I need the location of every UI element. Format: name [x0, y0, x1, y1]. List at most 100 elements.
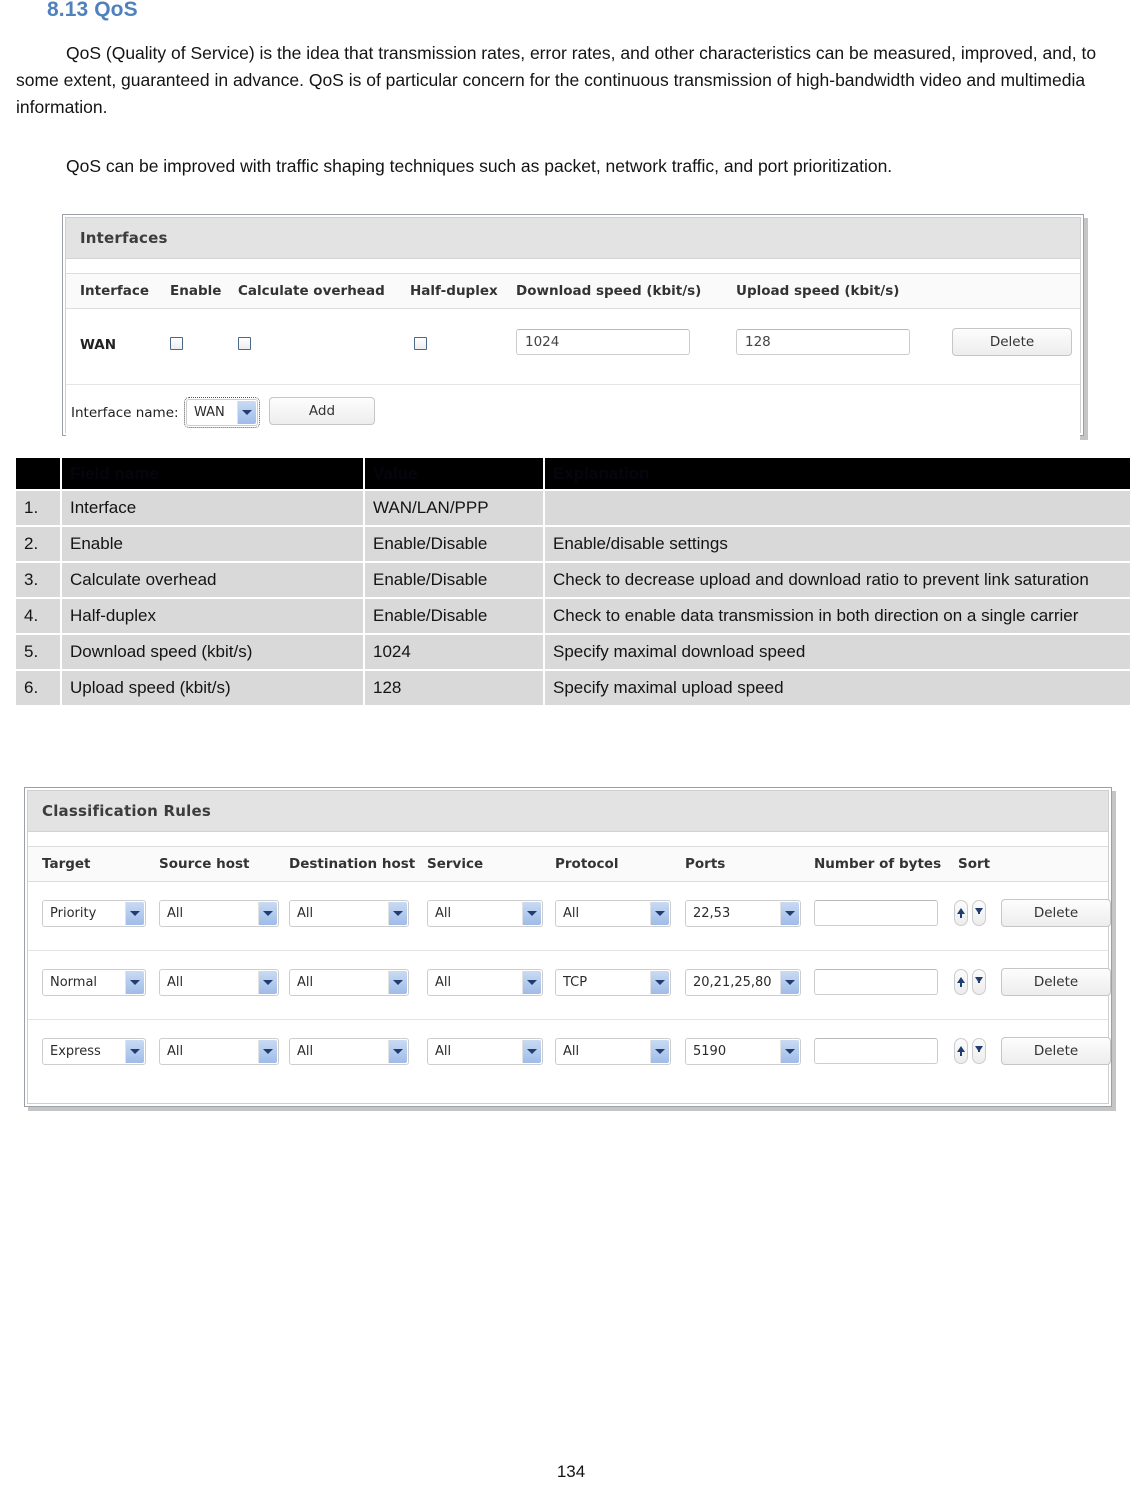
protocol-select[interactable]: All: [555, 1038, 671, 1065]
page-title: 8.13 QoS: [47, 0, 138, 21]
classification-rules-body: Priority All All All All 22,53 Delete Normal All…: [28, 882, 1111, 1092]
ports-select[interactable]: 20,21,25,80: [685, 969, 801, 996]
destination-host-select[interactable]: All: [289, 1038, 409, 1065]
service-select[interactable]: All: [427, 900, 543, 927]
classification-rules-panel-title: Classification Rules: [28, 791, 1108, 832]
download-speed-input[interactable]: 1024: [516, 329, 690, 355]
destination-host-select-value: All: [297, 906, 314, 921]
sort-down-icon[interactable]: [972, 969, 986, 995]
chevron-down-icon: [125, 971, 144, 994]
target-select[interactable]: Priority: [42, 900, 146, 927]
protocol-select[interactable]: TCP: [555, 969, 671, 996]
row-field-name: Enable: [60, 525, 365, 563]
row-value: Enable/Disable: [363, 525, 545, 563]
protocol-select-value: All: [563, 1044, 580, 1059]
calculate-overhead-checkbox[interactable]: [238, 337, 251, 350]
interface-name-select[interactable]: WAN: [184, 397, 260, 428]
table-row: 3. Calculate overhead Enable/Disable Check …: [14, 561, 1132, 599]
table-row: 2. Enable Enable/Disable Enable/disable set…: [14, 525, 1132, 563]
source-host-select[interactable]: All: [159, 969, 279, 996]
chevron-down-icon: [258, 902, 277, 925]
sort-up-icon[interactable]: [954, 1038, 968, 1064]
ports-select[interactable]: 5190: [685, 1038, 801, 1065]
target-select-value: Express: [50, 1044, 101, 1059]
number-of-bytes-input[interactable]: [814, 1038, 938, 1064]
upload-speed-input[interactable]: 128: [736, 329, 910, 355]
classification-rules-panel-inner: Classification Rules Target Source host …: [27, 790, 1111, 1104]
row-value: 1024: [363, 633, 545, 671]
header-field-name: Field name: [60, 456, 365, 491]
chevron-down-icon: [522, 971, 541, 994]
row-explanation: Specify maximal download speed: [543, 633, 1132, 671]
interfaces-row-wan: WAN 1024 128 Delete: [66, 309, 1080, 385]
column-header-service: Service: [427, 856, 484, 872]
sort-up-icon[interactable]: [954, 900, 968, 926]
service-select-value: All: [435, 1044, 452, 1059]
destination-host-select-value: All: [297, 1044, 314, 1059]
target-select[interactable]: Normal: [42, 969, 146, 996]
chevron-down-icon: [258, 1040, 277, 1063]
delete-rule-button[interactable]: Delete: [1001, 1037, 1111, 1065]
classification-column-header: Target Source host Destination host Serv…: [28, 846, 1108, 882]
delete-interface-button[interactable]: Delete: [952, 328, 1072, 356]
row-number: 1.: [14, 489, 62, 527]
column-header-target: Target: [42, 856, 91, 872]
destination-host-select[interactable]: All: [289, 900, 409, 927]
service-select[interactable]: All: [427, 969, 543, 996]
interface-name-label: Interface name:: [71, 405, 179, 421]
column-header-upload-speed: Upload speed (kbit/s): [736, 283, 900, 299]
interface-name-select-value: WAN: [194, 405, 225, 420]
destination-host-select-value: All: [297, 975, 314, 990]
delete-rule-button[interactable]: Delete: [1001, 899, 1111, 927]
protocol-select-value: All: [563, 906, 580, 921]
delete-rule-button[interactable]: Delete: [1001, 968, 1111, 996]
sort-down-icon[interactable]: [972, 900, 986, 926]
target-select[interactable]: Express: [42, 1038, 146, 1065]
ports-select[interactable]: 22,53: [685, 900, 801, 927]
table-row: 5. Download speed (kbit/s) 1024 Specify max…: [14, 633, 1132, 671]
add-interface-button[interactable]: Add: [269, 397, 375, 425]
chevron-down-icon: [125, 902, 144, 925]
table-row: 6. Upload speed (kbit/s) 128 Specify maxima…: [14, 669, 1132, 707]
header-value: Value: [363, 456, 545, 491]
interfaces-column-header: Interface Enable Calculate overhead Half…: [66, 273, 1080, 309]
column-header-number-of-bytes: Number of bytes: [814, 856, 942, 872]
enable-checkbox[interactable]: [170, 337, 183, 350]
protocol-select[interactable]: All: [555, 900, 671, 927]
source-host-select[interactable]: All: [159, 900, 279, 927]
chevron-down-icon: [650, 971, 669, 994]
target-select-value: Normal: [50, 975, 98, 990]
table-row: 1. Interface WAN/LAN/PPP: [14, 489, 1132, 527]
classification-rule-row: Normal All All All TCP 20,21,25,80 Delete: [28, 951, 1111, 1020]
chevron-down-icon: [388, 1040, 407, 1063]
classification-rule-row: Priority All All All All 22,53 Delete: [28, 882, 1111, 951]
interface-name-cell: WAN: [80, 337, 117, 353]
chevron-down-icon: [388, 902, 407, 925]
row-field-name: Download speed (kbit/s): [60, 633, 365, 671]
column-header-calculate-overhead: Calculate overhead: [238, 283, 385, 299]
number-of-bytes-input[interactable]: [814, 969, 938, 995]
interfaces-footer-row: Interface name: WAN Add: [66, 385, 1080, 441]
row-field-name: Interface: [60, 489, 365, 527]
chevron-down-icon: [522, 1040, 541, 1063]
column-header-enable: Enable: [170, 283, 222, 299]
half-duplex-checkbox[interactable]: [414, 337, 427, 350]
row-field-name: Half-duplex: [60, 597, 365, 635]
intro-paragraph-2: QoS can be improved with traffic shaping…: [66, 156, 893, 176]
destination-host-select[interactable]: All: [289, 969, 409, 996]
row-number: 4.: [14, 597, 62, 635]
header-number: [14, 456, 62, 491]
source-host-select[interactable]: All: [159, 1038, 279, 1065]
field-description-table-head: Field name Value Explanation: [14, 456, 1132, 491]
source-host-select-value: All: [167, 1044, 184, 1059]
sort-up-icon[interactable]: [954, 969, 968, 995]
source-host-select-value: All: [167, 906, 184, 921]
target-select-value: Priority: [50, 906, 97, 921]
number-of-bytes-input[interactable]: [814, 900, 938, 926]
interfaces-panel-spacer: [66, 259, 1080, 273]
service-select[interactable]: All: [427, 1038, 543, 1065]
sort-down-icon[interactable]: [972, 1038, 986, 1064]
row-number: 2.: [14, 525, 62, 563]
classification-rules-panel: Classification Rules Target Source host …: [24, 787, 1112, 1107]
column-header-download-speed: Download speed (kbit/s): [516, 283, 702, 299]
